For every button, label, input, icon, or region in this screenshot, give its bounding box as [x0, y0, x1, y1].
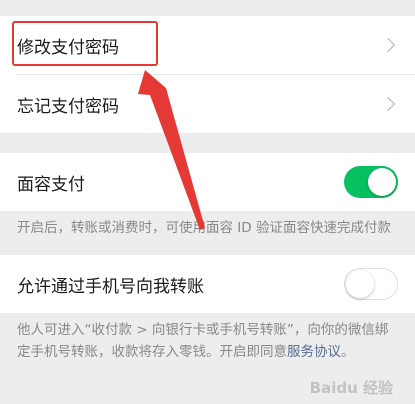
annotation-arrow-shape [138, 70, 205, 230]
watermark-logo: Baidu 经验 [309, 379, 393, 397]
annotation-arrow [138, 70, 205, 230]
